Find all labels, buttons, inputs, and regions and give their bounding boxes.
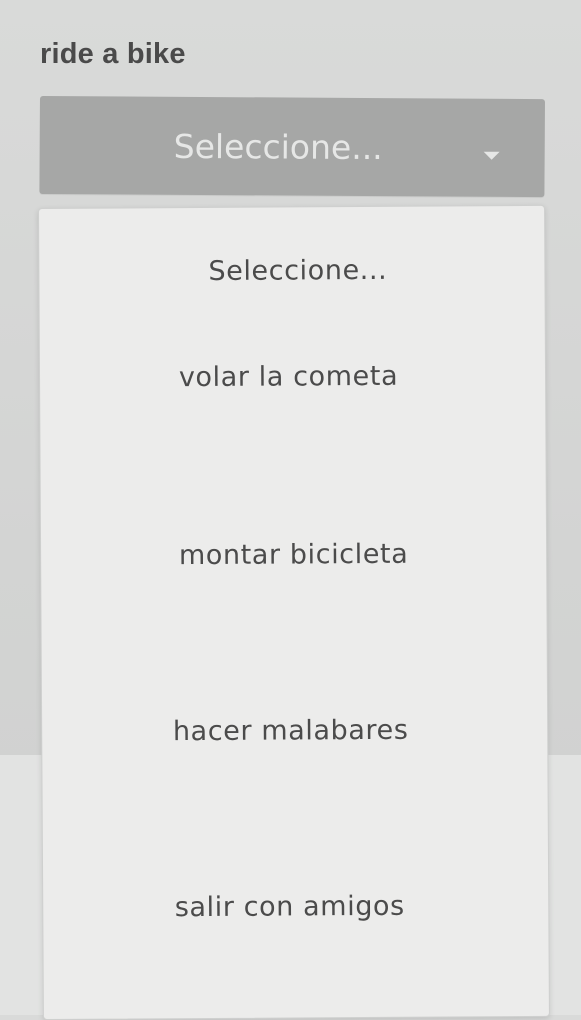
dropdown-menu: Seleccione... volar la cometa montar bic… (36, 204, 550, 1020)
select-current-value: Seleccione... (173, 126, 383, 168)
option-montar-bicicleta[interactable]: montar bicicleta (41, 538, 546, 572)
option-hacer-malabares[interactable]: hacer malabares (38, 714, 543, 748)
option-salir-con-amigos[interactable]: salir con amigos (37, 890, 542, 924)
question-label: ride a bike (40, 38, 186, 70)
chevron-down-icon (483, 151, 500, 160)
answer-select[interactable]: Seleccione... (39, 96, 545, 198)
option-placeholder[interactable]: Seleccione... (45, 254, 550, 288)
option-volar-la-cometa[interactable]: volar la cometa (36, 360, 541, 394)
